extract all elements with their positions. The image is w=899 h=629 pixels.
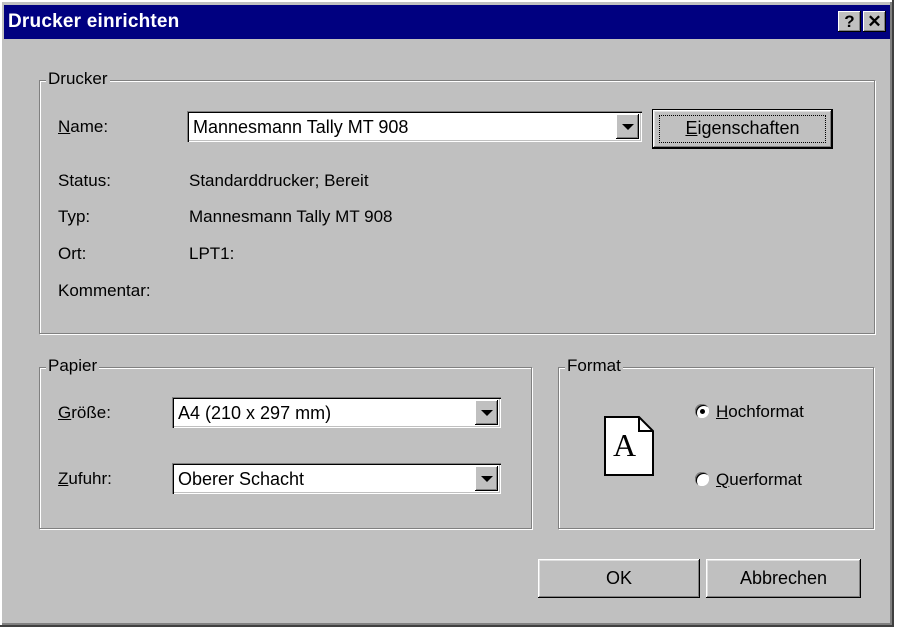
portrait-label[interactable]: Hochformat: [716, 402, 804, 422]
location-label: Ort:: [58, 244, 87, 263]
paper-size-label: Größe:: [58, 403, 111, 422]
status-value: Standarddrucker; Bereit: [189, 171, 369, 190]
printer-name-select[interactable]: Mannesmann Tally MT 908: [187, 111, 642, 142]
paper-source-select[interactable]: Oberer Schacht: [172, 463, 501, 494]
portrait-page-icon: A: [603, 415, 655, 477]
properties-button[interactable]: Eigenschaften: [653, 110, 832, 148]
printer-group-label: Drucker: [46, 69, 110, 89]
paper-source-label: Zufuhr:: [58, 469, 112, 488]
close-button[interactable]: ✕: [863, 11, 886, 32]
page-icon-letter: A: [613, 427, 637, 463]
portrait-radio-dot: [700, 409, 705, 414]
type-value: Mannesmann Tally MT 908: [189, 207, 393, 226]
portrait-radio[interactable]: [695, 404, 709, 418]
landscape-label[interactable]: Querformat: [716, 470, 802, 490]
location-value: LPT1:: [189, 244, 235, 263]
window-title: Drucker einrichten: [8, 11, 180, 32]
paper-size-value: A4 (210 x 297 mm): [178, 403, 332, 423]
comment-label: Kommentar:: [58, 281, 151, 300]
paper-group: Papier: [39, 356, 532, 529]
orientation-group-label: Format: [565, 356, 623, 376]
help-button[interactable]: ?: [838, 11, 861, 32]
type-label: Typ:: [58, 207, 91, 226]
title-bar[interactable]: Drucker einrichten ? ✕: [4, 5, 890, 39]
cancel-button[interactable]: Abbrechen: [706, 559, 861, 598]
paper-size-select[interactable]: A4 (210 x 297 mm): [172, 397, 501, 428]
status-label: Status:: [58, 171, 111, 190]
printer-name-dropdown-button[interactable]: [616, 114, 639, 139]
landscape-radio[interactable]: [695, 472, 709, 486]
paper-size-dropdown-button[interactable]: [475, 400, 498, 425]
properties-button-label: Eigenschaften: [685, 118, 800, 138]
printer-name-value: Mannesmann Tally MT 908: [193, 117, 409, 137]
printer-name-label: Name:: [58, 117, 109, 136]
help-icon: ?: [844, 12, 855, 31]
paper-group-label: Papier: [46, 356, 100, 376]
paper-source-value: Oberer Schacht: [178, 469, 305, 489]
ok-button[interactable]: OK: [538, 559, 700, 598]
paper-source-dropdown-button[interactable]: [475, 466, 498, 491]
close-icon: ✕: [867, 12, 882, 31]
print-setup-dialog: Drucker einrichten ? ✕ Drucker Name: Man…: [0, 0, 894, 627]
